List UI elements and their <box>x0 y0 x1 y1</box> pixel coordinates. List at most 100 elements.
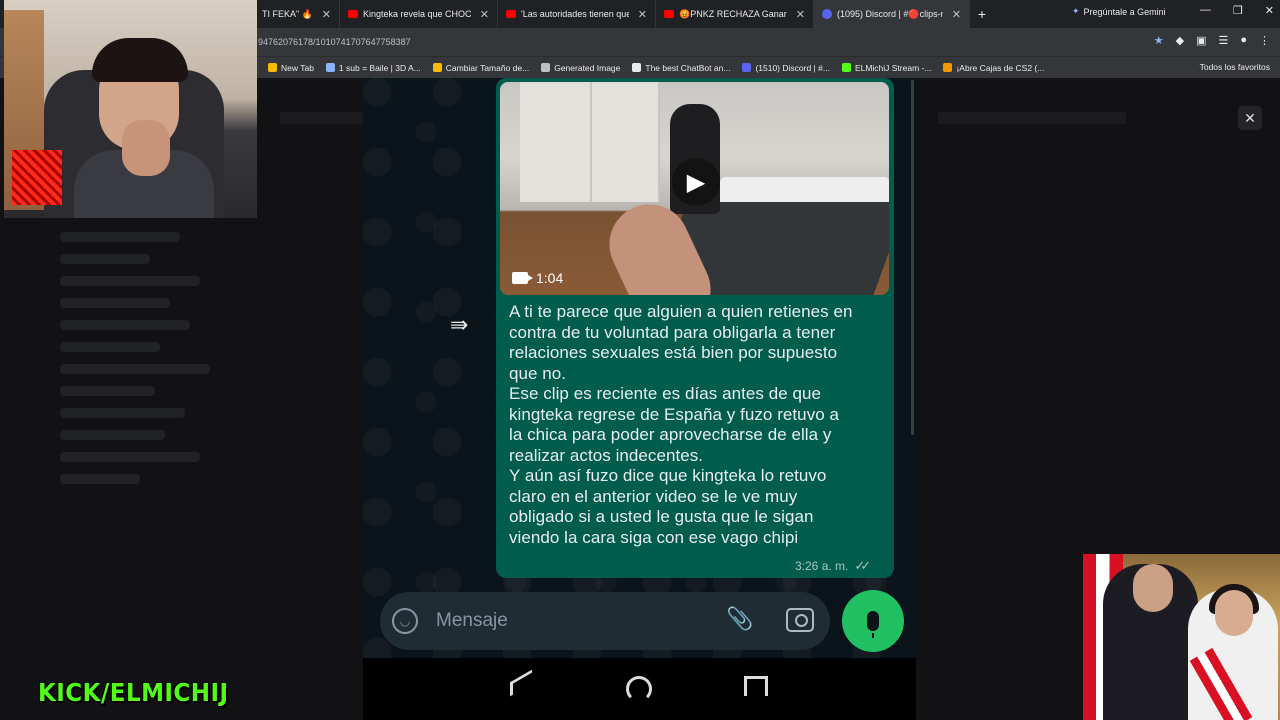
youtube-icon <box>348 10 358 18</box>
bookmark-star-icon[interactable]: ★ <box>1154 34 1164 47</box>
browser-tab[interactable]: 'Las autoridades tienen que es ✕ <box>498 0 656 28</box>
bookmark-item[interactable]: ¡Abre Cajas de CS2 (... <box>943 63 1044 73</box>
close-tab-icon[interactable]: ✕ <box>634 8 647 21</box>
microphone-button[interactable] <box>842 590 904 652</box>
bookmark-favicon-icon <box>325 63 335 72</box>
bookmark-label: 1 sub = Baile | 3D A... <box>338 62 421 73</box>
bookmark-item[interactable]: Cambiar Tamaño de... <box>432 62 530 73</box>
browser-tab[interactable]: 😡PNKZ RECHAZA Ganar s/50 ✕ <box>656 0 814 28</box>
video-duration-label: 1:04 <box>536 270 564 286</box>
bookmark-label: Generated Image <box>554 62 621 73</box>
forward-icon[interactable]: ⇛ <box>450 312 468 338</box>
message-line: claro en el anterior video se le ve muy <box>509 486 798 506</box>
webcam-light <box>12 150 62 205</box>
message-line: que no. <box>509 363 567 383</box>
url-field[interactable]: 94762076178/1010741707647758387 <box>258 37 411 47</box>
window-controls: — ❐ ✕ <box>1200 4 1274 17</box>
screen: TI FEKA" 🔥 La A ✕ Kingteka revela que CH… <box>0 0 1280 720</box>
youtube-icon <box>664 10 674 18</box>
restore-icon[interactable]: ❐ <box>1233 4 1243 17</box>
close-window-icon[interactable]: ✕ <box>1265 4 1274 17</box>
message-line: contra de tu voluntad para obligarla a t… <box>509 322 836 342</box>
play-icon[interactable]: ▶ <box>672 158 720 206</box>
bookmark-favicon-icon <box>632 63 642 72</box>
message-line: Ese clip es reciente es días antes de qu… <box>509 384 822 403</box>
message-input[interactable]: Mensaje <box>436 610 508 632</box>
close-image-viewer-button[interactable]: ✕ <box>1238 106 1262 130</box>
extension-icon[interactable]: ◆ <box>1176 34 1184 47</box>
bookmark-favicon-icon <box>541 63 551 72</box>
message-line: viendo la cara siga con ese vago chipi <box>509 527 799 547</box>
close-tab-icon[interactable]: ✕ <box>476 8 489 21</box>
puzzle-icon[interactable]: ▣ <box>1196 34 1206 47</box>
photo-woman-face <box>1215 590 1253 636</box>
camera-icon[interactable] <box>786 608 814 632</box>
close-tab-icon[interactable]: ✕ <box>792 8 805 21</box>
bookmark-item[interactable]: Generated Image <box>541 63 620 73</box>
bookmark-label: The best ChatBot an... <box>645 62 731 73</box>
sparkle-icon: ✦ <box>1072 6 1080 16</box>
home-icon[interactable] <box>626 676 652 702</box>
bookmark-item[interactable]: The best ChatBot an... <box>632 63 730 73</box>
emoji-icon[interactable]: ◡ <box>392 608 418 634</box>
video-scene-wardrobe <box>520 82 660 202</box>
toolbar-icons: ★ ◆ ▣ ☰ ● ⋮ <box>1154 34 1270 47</box>
message-timestamp: 3:26 a. m. ✓✓ <box>795 558 871 574</box>
scrollbar[interactable] <box>911 80 914 435</box>
microphone-icon <box>867 611 879 638</box>
webcam-hair <box>92 38 188 82</box>
tab-title: Kingteka revela que CHOCARO <box>363 9 471 19</box>
tab-title: (1095) Discord | #🔴clips-mem <box>837 8 943 19</box>
tab-title: TI FEKA" 🔥 La A <box>262 8 313 19</box>
all-bookmarks-button[interactable]: Todos los favoritos <box>1200 62 1270 72</box>
minimize-icon[interactable]: — <box>1200 4 1211 17</box>
close-tab-icon[interactable]: ✕ <box>948 8 961 21</box>
message-line: A ti te parece que alguien a quien retie… <box>509 302 853 321</box>
kick-icon <box>841 63 851 72</box>
message-line: relaciones sexuales está bien por supues… <box>509 343 838 362</box>
browser-tab[interactable]: TI FEKA" 🔥 La A ✕ <box>254 0 340 28</box>
message-line: Y aún así fuzo dice que kingteka lo retu… <box>509 466 827 485</box>
bookmark-item[interactable]: 1 sub = Baile | 3D A... <box>325 62 421 73</box>
read-receipt-icon: ✓✓ <box>854 558 871 573</box>
bookmark-item[interactable]: (1510) Discord | #... <box>742 63 830 73</box>
webcam-feed <box>4 0 257 218</box>
youtube-icon <box>506 10 516 18</box>
message-line: realizar actos indecentes. <box>509 445 704 465</box>
tab-title: 😡PNKZ RECHAZA Ganar s/50 <box>679 8 787 19</box>
gemini-button[interactable]: ✦ Pregúntale a Gemini <box>1072 6 1166 17</box>
message-text: A ti te parece que alguien a quien retie… <box>509 302 887 548</box>
close-tab-icon[interactable]: ✕ <box>318 8 331 21</box>
bookmark-favicon-icon <box>268 63 277 72</box>
kick-channel-logo: KICK/ELMICHIJ <box>38 678 229 707</box>
bookmark-label: Cambiar Tamaño de... <box>445 62 530 73</box>
profile-avatar-icon[interactable]: ● <box>1240 34 1247 47</box>
browser-tab-active[interactable]: (1095) Discord | #🔴clips-mem ✕ <box>814 0 970 28</box>
overlay-photo <box>1083 554 1280 720</box>
more-options-icon[interactable]: ⋮ <box>1259 34 1270 47</box>
discord-channel-list <box>0 220 250 660</box>
bookmark-label: ¡Abre Cajas de CS2 (... <box>956 62 1045 73</box>
time-label: 3:26 a. m. <box>795 559 849 573</box>
video-duration: 1:04 <box>512 270 563 286</box>
bookmark-favicon-icon <box>943 63 953 72</box>
bookmark-label: New Tab <box>281 62 314 73</box>
video-camera-icon <box>512 272 533 284</box>
gemini-label: Pregúntale a Gemini <box>1083 6 1166 17</box>
browser-tab[interactable]: Kingteka revela que CHOCARO ✕ <box>340 0 498 28</box>
tab-title: 'Las autoridades tienen que es <box>521 9 629 19</box>
bookmark-label: (1510) Discord | #... <box>755 62 830 73</box>
bookmark-item[interactable]: New Tab <box>268 63 314 73</box>
bookmark-favicon-icon <box>432 63 442 72</box>
new-tab-button[interactable]: + <box>970 6 994 22</box>
bookmark-label: ELMichiJ Stream -... <box>854 62 932 73</box>
recent-apps-icon[interactable] <box>744 676 768 696</box>
photo-man-face <box>1133 564 1173 612</box>
menu-lines-icon[interactable]: ☰ <box>1218 34 1228 47</box>
message-line: kingteka regrese de España y fuzo retuvo… <box>509 404 840 424</box>
discord-icon <box>742 63 752 72</box>
bookmark-item[interactable]: ELMichiJ Stream -... <box>841 62 932 73</box>
message-line: la chica para poder aprovecharse de ella… <box>509 425 832 444</box>
discord-icon <box>822 9 832 19</box>
attach-icon[interactable]: 📎 <box>726 606 753 632</box>
